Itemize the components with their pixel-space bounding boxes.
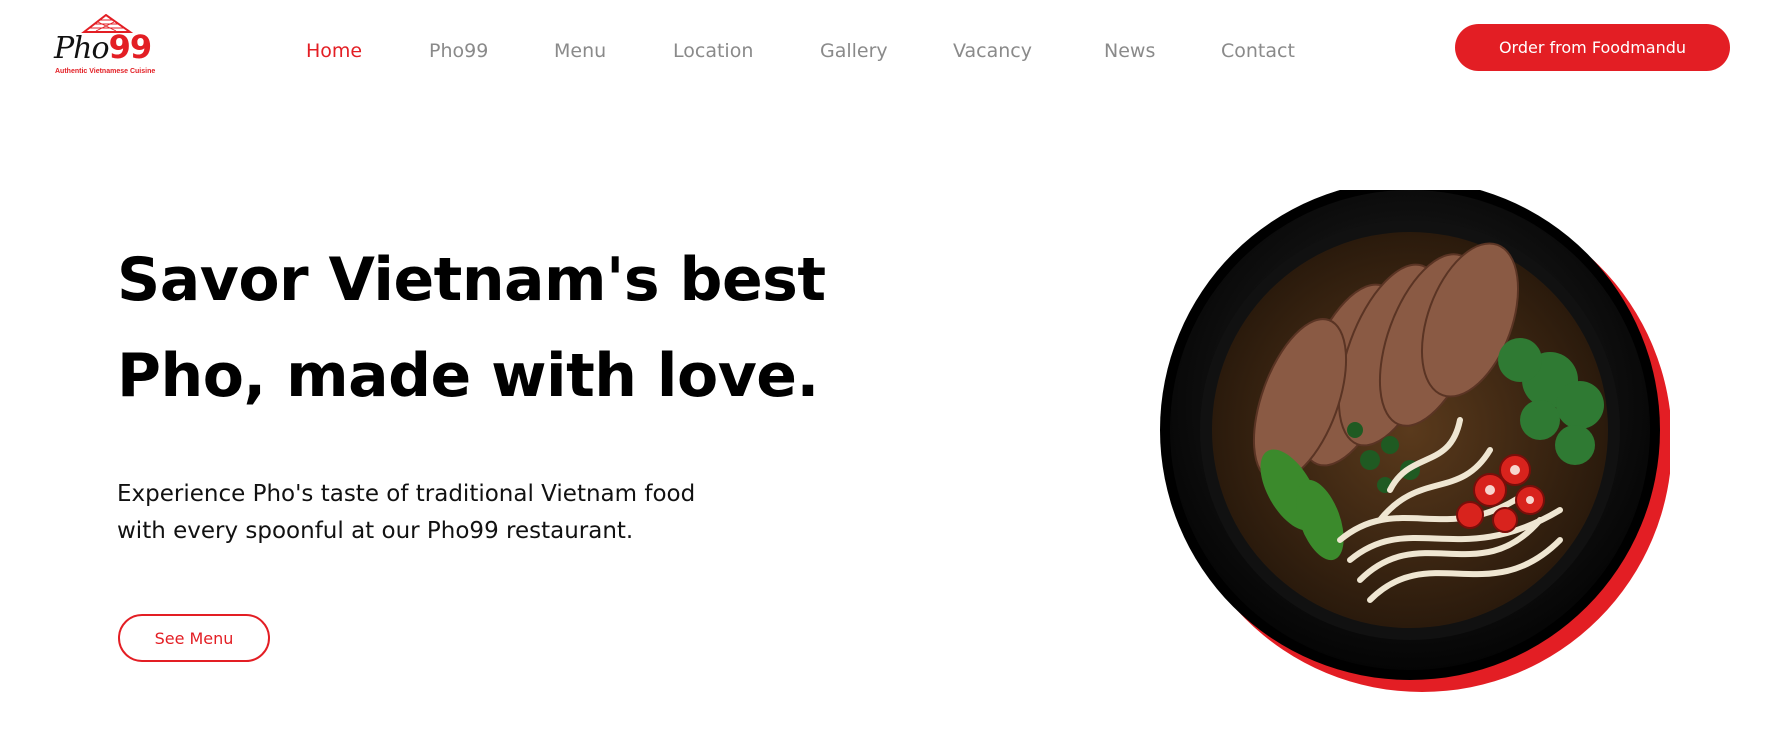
hero-description: Experience Pho's taste of traditional Vi… xyxy=(117,476,777,550)
site-header: Pho99 Authentic Vietnamese Cuisine Home … xyxy=(0,0,1767,110)
pho-bowl-illustration xyxy=(1160,180,1672,692)
nav-item-home[interactable]: Home xyxy=(306,40,362,62)
pho99-logo[interactable]: Pho99 Authentic Vietnamese Cuisine xyxy=(54,14,159,82)
pho-bowl-image xyxy=(1160,180,1672,700)
logo-wordmark: Pho99 xyxy=(54,28,153,66)
nav-item-vacancy[interactable]: Vacancy xyxy=(953,40,1032,62)
logo-number: 99 xyxy=(108,28,153,66)
hero-title: Savor Vietnam's best Pho, made with love… xyxy=(117,232,877,424)
hero-title-line-2: Pho, made with love. xyxy=(117,341,819,411)
nav-item-location[interactable]: Location xyxy=(673,40,753,62)
nav-item-pho99[interactable]: Pho99 xyxy=(429,40,488,62)
hero-description-line-1: Experience Pho's taste of traditional Vi… xyxy=(117,481,696,507)
order-foodmandu-button[interactable]: Order from Foodmandu xyxy=(1455,24,1730,71)
nav-item-menu[interactable]: Menu xyxy=(554,40,606,62)
hero-title-line-1: Savor Vietnam's best xyxy=(117,245,826,315)
nav-item-news[interactable]: News xyxy=(1104,40,1155,62)
logo-tagline: Authentic Vietnamese Cuisine xyxy=(55,68,156,75)
hero-description-line-2: with every spoonful at our Pho99 restaur… xyxy=(117,518,634,544)
nav-item-gallery[interactable]: Gallery xyxy=(820,40,888,62)
logo-name: Pho xyxy=(54,31,110,66)
see-menu-button[interactable]: See Menu xyxy=(118,614,270,662)
nav-item-contact[interactable]: Contact xyxy=(1221,40,1295,62)
